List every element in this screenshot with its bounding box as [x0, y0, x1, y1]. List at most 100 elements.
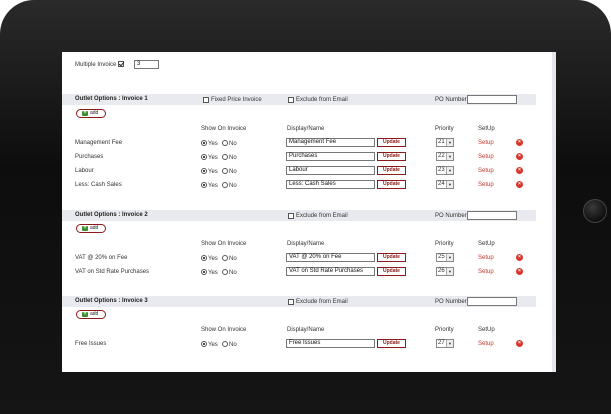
yes-label: Yes	[208, 155, 218, 161]
po-number-input[interactable]	[467, 297, 517, 306]
section-header-invoice-3: Outlet Options : Invoice 3 Exclude from …	[62, 296, 536, 307]
plus-icon: +	[82, 311, 88, 317]
display-name-input[interactable]: Management Fee	[286, 138, 375, 147]
delete-icon[interactable]: ×	[516, 139, 523, 146]
delete-icon[interactable]: ×	[516, 340, 523, 347]
home-button[interactable]	[583, 199, 607, 223]
no-radio[interactable]	[222, 182, 228, 188]
plus-icon: +	[82, 110, 88, 116]
add-button[interactable]: + add	[76, 310, 106, 319]
update-button[interactable]: Update	[377, 180, 406, 189]
yes-radio[interactable]	[201, 168, 207, 174]
no-radio[interactable]	[222, 255, 228, 261]
no-radio[interactable]	[222, 140, 228, 146]
priority-select[interactable]: 27 ▼	[436, 339, 454, 348]
setup-link[interactable]: Setup	[478, 268, 494, 276]
setup-link[interactable]: Setup	[478, 340, 494, 348]
row-label: Management Fee	[75, 140, 123, 146]
delete-icon[interactable]: ×	[516, 167, 523, 174]
invoice-count-input[interactable]: 3	[134, 60, 159, 69]
yes-label: Yes	[208, 270, 218, 276]
scrollbar[interactable]	[552, 52, 556, 372]
section-title: Outlet Options : Invoice 1	[75, 96, 148, 102]
col-priority: Priority	[435, 126, 454, 132]
section-header-invoice-2: Outlet Options : Invoice 2 Exclude from …	[62, 210, 536, 221]
row-label: Free Issues	[75, 341, 107, 347]
update-button[interactable]: Update	[377, 138, 406, 147]
update-button[interactable]: Update	[377, 166, 406, 175]
col-priority: Priority	[435, 241, 454, 247]
section-title: Outlet Options : Invoice 2	[75, 212, 148, 218]
add-button[interactable]: + add	[76, 109, 106, 118]
priority-select[interactable]: 24 ▼	[436, 180, 454, 189]
delete-icon[interactable]: ×	[516, 254, 523, 261]
priority-select[interactable]: 22 ▼	[436, 152, 454, 161]
update-button[interactable]: Update	[377, 339, 406, 348]
yes-label: Yes	[208, 183, 218, 189]
setup-link[interactable]: Setup	[478, 139, 494, 147]
no-label: No	[229, 141, 237, 147]
row-label: Labour	[75, 168, 94, 174]
exclude-email-checkbox[interactable]	[288, 97, 294, 103]
yes-radio[interactable]	[201, 269, 207, 275]
exclude-email-label: Exclude from Email	[296, 213, 348, 219]
no-label: No	[229, 342, 237, 348]
no-label: No	[229, 169, 237, 175]
priority-select[interactable]: 21 ▼	[436, 138, 454, 147]
po-number-input[interactable]	[467, 95, 517, 104]
po-number-label: PO Number:	[435, 213, 469, 219]
multiple-invoice-checkbox[interactable]	[118, 61, 124, 67]
delete-icon[interactable]: ×	[516, 153, 523, 160]
exclude-email-checkbox[interactable]	[288, 299, 294, 305]
plus-icon: +	[82, 225, 88, 231]
exclude-email-checkbox[interactable]	[288, 213, 294, 219]
display-name-input[interactable]: Less: Cash Sales	[286, 180, 375, 189]
display-name-input[interactable]: Purchases	[286, 152, 375, 161]
yes-label: Yes	[208, 169, 218, 175]
priority-select[interactable]: 25 ▼	[436, 253, 454, 262]
delete-icon[interactable]: ×	[516, 268, 523, 275]
setup-link[interactable]: Setup	[478, 153, 494, 161]
col-show-on-invoice: Show On Invoice	[201, 241, 247, 247]
exclude-email-label: Exclude from Email	[296, 97, 348, 103]
add-button[interactable]: + add	[76, 224, 106, 233]
yes-radio[interactable]	[201, 341, 207, 347]
no-label: No	[229, 183, 237, 189]
col-display-name: Display/Name	[287, 241, 325, 247]
yes-radio[interactable]	[201, 140, 207, 146]
no-radio[interactable]	[222, 341, 228, 347]
col-show-on-invoice: Show On Invoice	[201, 327, 247, 333]
display-name-input[interactable]: Labour	[286, 166, 375, 175]
delete-icon[interactable]: ×	[516, 181, 523, 188]
priority-select[interactable]: 26 ▼	[436, 267, 454, 276]
multiple-invoice-label: Multiple Invoice	[75, 62, 117, 68]
po-number-input[interactable]	[467, 211, 517, 220]
yes-radio[interactable]	[201, 182, 207, 188]
row-label: Less: Cash Sales	[75, 182, 122, 188]
update-button[interactable]: Update	[377, 152, 406, 161]
col-setup: SetUp	[478, 241, 495, 247]
no-radio[interactable]	[222, 168, 228, 174]
setup-link[interactable]: Setup	[478, 167, 494, 175]
display-name-input[interactable]: VAT @ 20% on Fee	[286, 253, 375, 262]
display-name-input[interactable]: Free Issues	[286, 339, 375, 348]
col-setup: SetUp	[478, 327, 495, 333]
yes-radio[interactable]	[201, 255, 207, 261]
col-priority: Priority	[435, 327, 454, 333]
po-number-label: PO Number:	[435, 299, 469, 305]
yes-radio[interactable]	[201, 154, 207, 160]
no-label: No	[229, 155, 237, 161]
yes-label: Yes	[208, 342, 218, 348]
display-name-input[interactable]: VAT on Std Rate Purchases	[286, 267, 375, 276]
update-button[interactable]: Update	[377, 253, 406, 262]
no-radio[interactable]	[222, 154, 228, 160]
setup-link[interactable]: Setup	[478, 254, 494, 262]
fixed-price-checkbox[interactable]	[203, 97, 209, 103]
row-label: VAT on Std Rate Purchases	[75, 269, 150, 275]
priority-select[interactable]: 23 ▼	[436, 166, 454, 175]
no-radio[interactable]	[222, 269, 228, 275]
setup-link[interactable]: Setup	[478, 181, 494, 189]
update-button[interactable]: Update	[377, 267, 406, 276]
col-display-name: Display/Name	[287, 327, 325, 333]
fixed-price-label: Fixed Price Invoice	[211, 97, 262, 103]
